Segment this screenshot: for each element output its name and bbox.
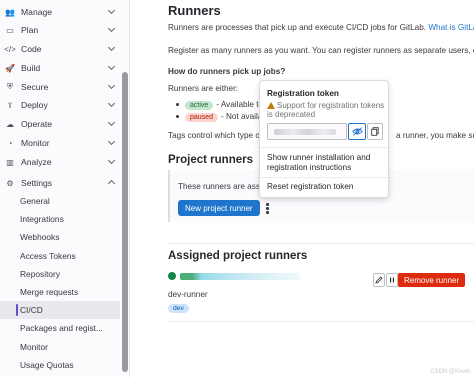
bullet	[176, 103, 179, 107]
pause-runner-button[interactable]	[386, 273, 398, 287]
eye-slash-icon	[351, 127, 363, 136]
sidebar-item-label: Manage	[21, 7, 53, 17]
paused-description: paused - Not availab	[176, 112, 267, 122]
redacted-runner-id	[180, 272, 300, 280]
sidebar-item-label: Secure	[21, 82, 49, 92]
runners-intro: Runners are processes that pick up and e…	[168, 23, 474, 32]
popover-divider	[260, 147, 388, 148]
sidebar-item-settings[interactable]: ⚙ Settings	[0, 174, 122, 192]
copy-icon	[371, 127, 379, 136]
sidebar-item-monitor[interactable]: ◔ Monitor	[0, 134, 122, 152]
sidebar-item-analyze[interactable]: ▥ Analyze	[0, 153, 122, 171]
chevron-down-icon	[107, 118, 116, 127]
toggle-token-visibility-button[interactable]	[348, 123, 366, 140]
sidebar-item-label: Operate	[21, 119, 53, 129]
popover-title: Registration token	[267, 89, 339, 98]
sidebar-subitem-usage-quotas[interactable]: Usage Quotas	[0, 356, 120, 374]
sidebar-item-manage[interactable]: 👥 Manage	[0, 3, 122, 21]
sidebar-item-label: Code	[21, 44, 42, 54]
page-title: Runners	[168, 3, 221, 18]
chevron-down-icon	[107, 62, 116, 71]
chevron-down-icon	[107, 24, 116, 33]
active-badge: active	[185, 101, 214, 110]
sidebar-scrollbar[interactable]	[122, 72, 128, 372]
runner-id[interactable]	[168, 272, 300, 280]
sidebar-item-label: Build	[21, 63, 41, 73]
reset-token-item[interactable]: Reset registration token	[267, 182, 353, 192]
bullet	[176, 115, 179, 119]
new-project-runner-button[interactable]: New project runner	[178, 200, 260, 216]
sidebar-item-code[interactable]: </> Code	[0, 40, 122, 58]
paused-badge: paused	[185, 113, 218, 122]
tags-text-right: a runner, you make sure	[396, 131, 474, 140]
deprecation-warning: Support for registration tokens is depre…	[267, 101, 385, 119]
pickup-heading: How do runners pick up jobs?	[168, 67, 286, 76]
sidebar-item-deploy[interactable]: ⇪ Deploy	[0, 96, 122, 114]
sidebar-subitem-repository[interactable]: Repository	[0, 265, 120, 283]
runner-name: dev-runner	[168, 290, 208, 299]
issues-icon: ▭	[6, 25, 14, 35]
runners-either-text: Runners are either:	[168, 84, 239, 93]
project-runners-heading: Project runners	[168, 154, 253, 166]
what-is-gitlab-runner-link[interactable]: What is GitLab Re	[428, 23, 474, 32]
chevron-down-icon	[107, 43, 116, 52]
chevron-down-icon	[107, 6, 116, 15]
pencil-icon	[375, 276, 383, 284]
register-text: Register as many runners as you want. Yo…	[168, 46, 474, 55]
sidebar-subitem-ci-cd[interactable]: CI/CD	[0, 301, 120, 319]
masked-token	[274, 129, 336, 135]
code-icon: </>	[4, 44, 16, 54]
active-description: active - Available to	[176, 100, 263, 110]
sidebar-item-plan[interactable]: ▭ Plan	[0, 21, 122, 39]
chevron-down-icon	[107, 81, 116, 90]
sidebar-subitem-merge-requests[interactable]: Merge requests	[0, 283, 120, 301]
edit-runner-button[interactable]	[373, 273, 385, 287]
sidebar-subitem-general[interactable]: General	[0, 192, 120, 210]
sidebar-subitem-integrations[interactable]: Integrations	[0, 210, 120, 228]
sidebar: 👥 Manage ▭ Plan </> Code 🚀 Build ⛨ Secure ⇪ Deploy ☁…	[0, 0, 130, 377]
runner-tag: dev	[168, 304, 189, 313]
assign-text: These runners are assig	[178, 182, 267, 191]
sidebar-item-operate[interactable]: ☁ Operate	[0, 115, 122, 133]
sidebar-item-label: Settings	[21, 178, 53, 188]
shield-icon: ⛨	[7, 82, 13, 91]
assigned-runners-heading: Assigned project runners	[168, 250, 308, 262]
sidebar-item-label: Monitor	[21, 138, 50, 148]
sidebar-subitem-packages-and-regist[interactable]: Packages and regist...	[0, 319, 120, 337]
watermark: CSDN @Kevin	[430, 369, 470, 375]
sidebar-subitem-webhooks[interactable]: Webhooks	[0, 228, 120, 246]
sidebar-subitem-monitor[interactable]: Monitor	[0, 338, 120, 356]
divider	[168, 243, 474, 244]
chevron-down-icon	[107, 156, 116, 165]
users-icon: 👥	[5, 7, 15, 17]
sidebar-subitem-access-tokens[interactable]: Access Tokens	[0, 247, 120, 265]
popover-divider	[260, 177, 388, 178]
chevron-down-icon	[107, 137, 116, 146]
monitor-icon: ◔	[7, 138, 13, 148]
sidebar-item-label: Analyze	[21, 157, 52, 167]
show-instructions-item[interactable]: Show runner installation and registratio…	[267, 153, 385, 172]
warning-icon	[267, 102, 275, 109]
more-actions-icon[interactable]	[266, 203, 269, 215]
remove-runner-button[interactable]: Remove runner	[398, 273, 466, 287]
registration-token-popover: Registration token Support for registrat…	[259, 80, 389, 198]
gear-icon: ⚙	[6, 178, 14, 188]
sidebar-item-build[interactable]: 🚀 Build	[0, 59, 122, 77]
copy-token-button[interactable]	[367, 123, 383, 140]
sidebar-item-secure[interactable]: ⛨ Secure	[0, 78, 122, 96]
chevron-down-icon	[107, 99, 116, 108]
deploy-icon: ⇪	[6, 100, 14, 110]
chart-icon: ▥	[6, 157, 14, 167]
sidebar-item-label: Deploy	[21, 100, 48, 110]
chevron-up-icon	[107, 179, 116, 188]
rocket-icon: 🚀	[5, 63, 15, 73]
registration-token-field[interactable]	[267, 123, 347, 140]
online-status-icon	[168, 272, 176, 280]
sidebar-item-label: Plan	[21, 25, 39, 35]
tags-text-left: Tags control which type of	[168, 131, 263, 140]
pause-icon	[390, 277, 394, 283]
cloud-icon: ☁	[6, 119, 14, 129]
